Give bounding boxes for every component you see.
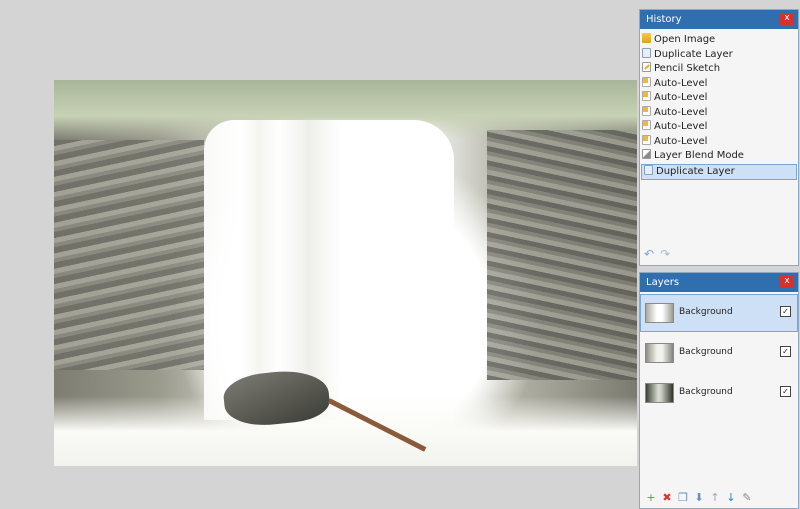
layer-name: Background — [679, 387, 733, 397]
adjustment-icon — [642, 105, 651, 116]
history-item-label: Auto-Level — [654, 92, 708, 103]
history-close-button[interactable]: x — [780, 13, 794, 25]
layer-properties-icon — [642, 149, 651, 159]
layer-visibility-checkbox[interactable]: ✓ — [780, 386, 791, 397]
layers-title: Layers — [646, 277, 680, 288]
canvas-rock-right — [487, 130, 637, 380]
history-panel: History x Open Image Duplicate Layer Pen… — [639, 9, 799, 266]
layer-thumbnail — [645, 383, 674, 403]
history-item-label: Duplicate Layer — [654, 48, 733, 60]
history-item[interactable]: Auto-Level — [640, 76, 798, 92]
history-item-label: Layer Blend Mode — [654, 150, 744, 161]
layer-properties-icon[interactable]: ✎ — [740, 492, 754, 504]
layer-visibility-checkbox[interactable]: ✓ — [780, 306, 791, 317]
adjustment-icon — [642, 91, 651, 101]
history-item-label: Duplicate Layer — [656, 165, 735, 177]
adjustment-icon — [642, 120, 651, 130]
open-image-icon — [642, 33, 651, 43]
layer-thumbnail — [645, 343, 674, 363]
history-item[interactable]: Pencil Sketch — [640, 62, 798, 77]
history-undo-bar: ↶ ↷ — [644, 247, 676, 261]
layers-panel: Layers x Background ✓ Background ✓ Backg… — [639, 272, 799, 509]
pencil-sketch-icon — [642, 62, 651, 72]
history-item-label: Auto-Level — [654, 77, 708, 89]
layer-thumbnail — [645, 303, 674, 323]
history-item[interactable]: Auto-Level — [640, 91, 798, 106]
layer-name: Background — [679, 307, 733, 317]
history-item[interactable]: Duplicate Layer — [640, 47, 798, 63]
canvas-waterfall — [204, 120, 454, 420]
adjustment-icon — [642, 134, 651, 145]
duplicate-layer-icon — [642, 47, 651, 58]
image-canvas[interactable] — [54, 80, 637, 466]
duplicate-layer-icon — [644, 164, 653, 175]
history-title-bar[interactable]: History x — [640, 10, 798, 29]
merge-layer-down-icon[interactable]: ⬇ — [692, 492, 706, 504]
history-item[interactable]: Auto-Level — [640, 134, 798, 150]
move-layer-up-icon[interactable]: ↑ — [708, 492, 722, 504]
undo-icon[interactable]: ↶ — [644, 247, 654, 261]
history-item-label: Auto-Level — [654, 121, 708, 132]
history-item[interactable]: Auto-Level — [640, 105, 798, 121]
canvas-rock-left — [54, 140, 204, 370]
duplicate-layer-icon[interactable]: ❐ — [676, 492, 690, 504]
delete-layer-icon[interactable]: ✖ — [660, 492, 674, 504]
history-item[interactable]: Open Image — [640, 33, 798, 48]
history-item-label: Open Image — [654, 34, 716, 45]
history-item-label: Auto-Level — [654, 135, 708, 147]
move-layer-down-icon[interactable]: ↓ — [724, 492, 738, 504]
redo-icon[interactable]: ↷ — [660, 247, 670, 261]
layer-row[interactable]: Background ✓ — [640, 374, 798, 412]
history-item-selected[interactable]: Duplicate Layer — [641, 163, 797, 180]
layer-row-selected[interactable]: Background ✓ — [640, 294, 798, 332]
history-title: History — [646, 14, 682, 25]
layers-title-bar[interactable]: Layers x — [640, 273, 798, 292]
history-list: Open Image Duplicate Layer Pencil Sketch… — [640, 29, 798, 180]
adjustment-icon — [642, 76, 651, 87]
layer-row[interactable]: Background ✓ — [640, 334, 798, 372]
history-item-label: Pencil Sketch — [654, 63, 721, 74]
layers-close-button[interactable]: x — [780, 276, 794, 288]
layer-visibility-checkbox[interactable]: ✓ — [780, 346, 791, 357]
layers-toolbar: + ✖ ❐ ⬇ ↑ ↓ ✎ — [644, 492, 756, 504]
history-item[interactable]: Auto-Level — [640, 120, 798, 135]
history-item[interactable]: Layer Blend Mode — [640, 149, 798, 164]
layer-name: Background — [679, 347, 733, 357]
history-item-label: Auto-Level — [654, 106, 708, 118]
add-layer-icon[interactable]: + — [644, 492, 658, 504]
